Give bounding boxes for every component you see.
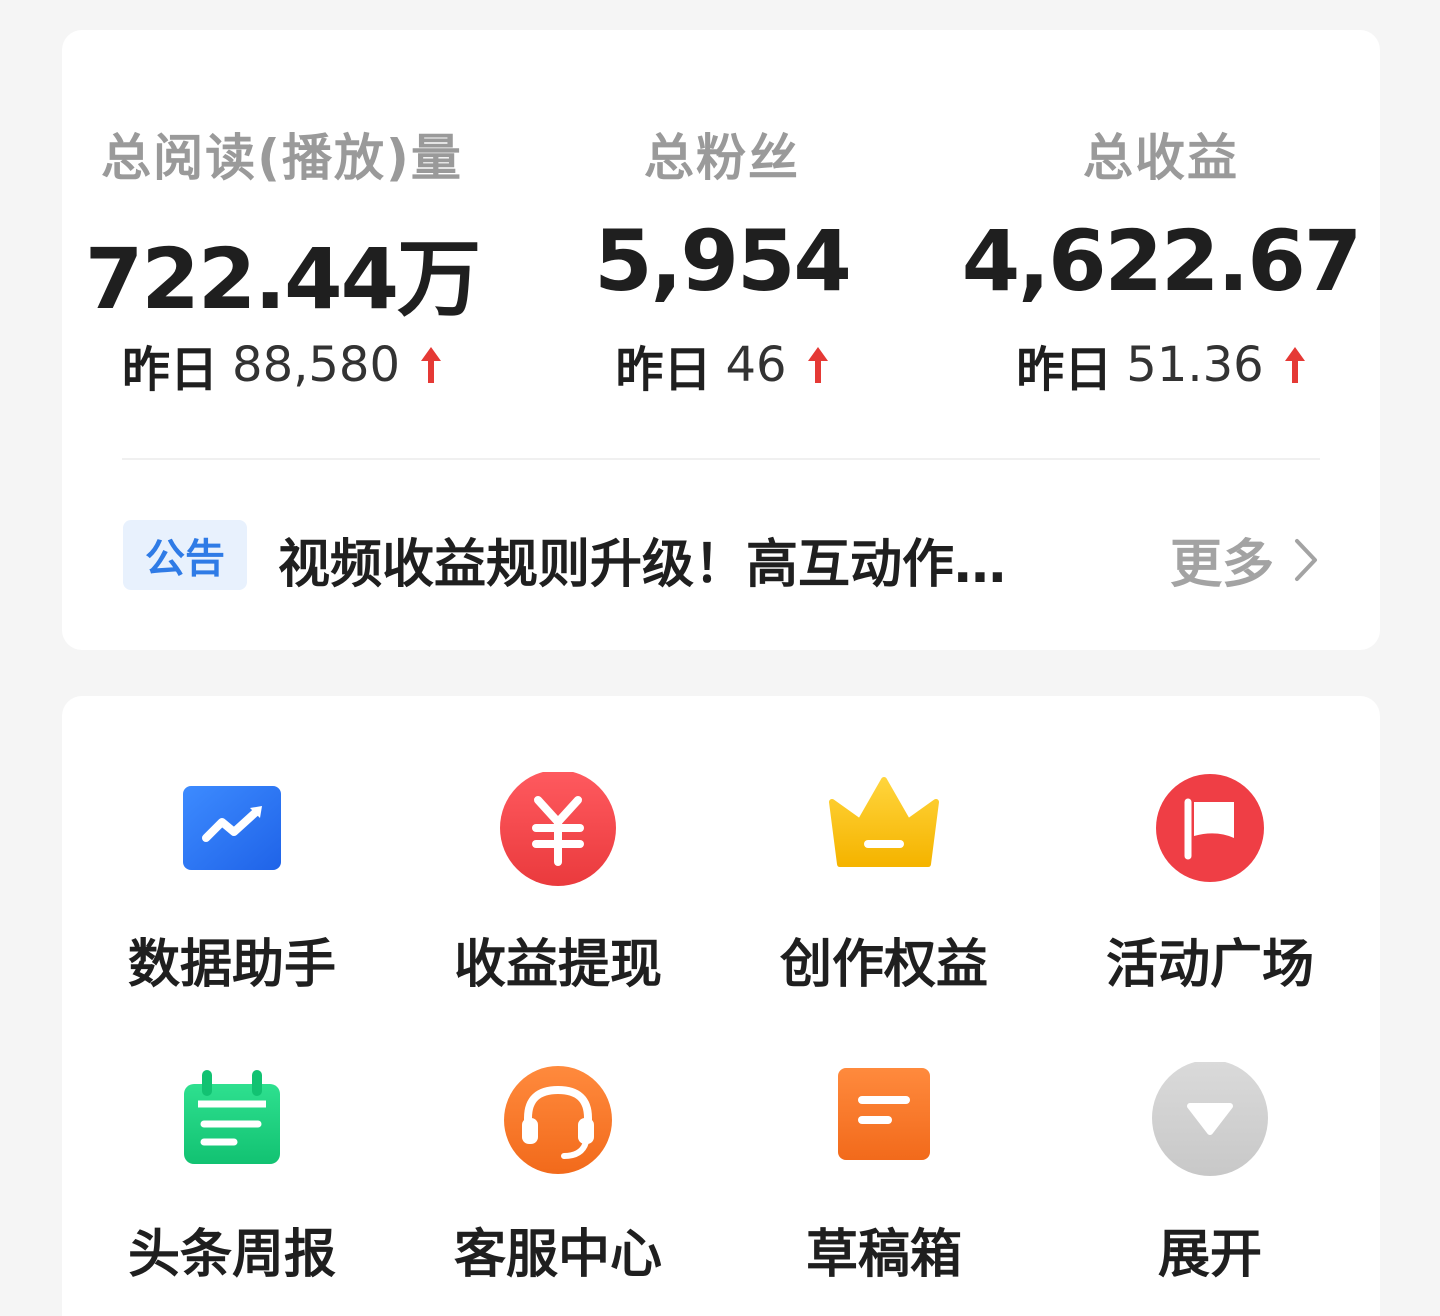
notice-text[interactable]: 视频收益规则升级！高互动作… — [278, 522, 1078, 597]
yesterday-label: 昨日 — [1016, 342, 1113, 398]
chevron-right-icon — [1295, 538, 1317, 581]
stat-value: 722.44万 — [84, 230, 481, 328]
draft-doc-icon — [838, 1068, 930, 1160]
yuan-coin-icon — [500, 770, 616, 886]
more-label: 更多 — [1169, 535, 1274, 595]
calendar-icon — [184, 1070, 280, 1164]
stat-yesterday: 昨日 46 — [502, 330, 942, 400]
divider — [122, 458, 1320, 460]
stat-yesterday: 昨日 51.36 — [942, 330, 1380, 400]
yesterday-value: 46 — [725, 337, 787, 393]
chart-trend-icon — [183, 786, 281, 870]
stat-label: 总收益 — [1083, 129, 1239, 187]
stat-value: 4,622.67 — [961, 212, 1363, 310]
stat-yesterday: 昨日 88,580 — [62, 330, 502, 400]
flag-icon — [1156, 774, 1264, 882]
crown-icon — [829, 777, 939, 867]
stat-value: 5,954 — [594, 212, 852, 310]
notice-badge: 公告 — [123, 520, 247, 590]
tools-card: 数据助手 收益提现 创作权益 活动广场 头条周报 客服中心 草稿箱 展开 — [62, 696, 1380, 1316]
arrow-up-icon — [807, 347, 828, 383]
tool-label: 数据助手 — [127, 935, 336, 995]
stat-total-income[interactable]: 总收益 4,622.67 昨日 51.36 — [942, 30, 1380, 450]
yesterday-label: 昨日 — [615, 342, 712, 398]
more-link[interactable]: 更多 — [1170, 522, 1318, 597]
headset-icon — [504, 1066, 612, 1174]
stat-total-fans[interactable]: 总粉丝 5,954 昨日 46 — [502, 30, 942, 450]
arrow-up-icon — [420, 347, 441, 383]
tool-label: 创作权益 — [779, 935, 988, 995]
yesterday-value: 51.36 — [1126, 337, 1264, 393]
expand-down-icon — [1152, 1060, 1268, 1176]
tool-label: 收益提现 — [453, 935, 662, 995]
stats-card: 总阅读(播放)量 722.44万 昨日 88,580 总粉丝 5,954 昨日 … — [62, 30, 1380, 650]
stat-total-reads[interactable]: 总阅读(播放)量 722.44万 昨日 88,580 — [62, 30, 502, 450]
yesterday-label: 昨日 — [122, 342, 219, 398]
stat-label: 总阅读(播放)量 — [101, 129, 463, 187]
yesterday-value: 88,580 — [232, 337, 400, 393]
stat-label: 总粉丝 — [644, 129, 800, 187]
tool-label: 活动广场 — [1105, 935, 1314, 995]
arrow-up-icon — [1284, 347, 1305, 383]
